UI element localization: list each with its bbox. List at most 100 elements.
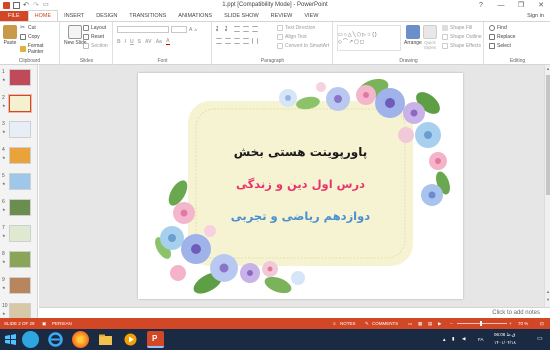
char-spacing-icon[interactable]: AV <box>145 39 152 45</box>
increase-indent-icon[interactable] <box>243 26 249 32</box>
new-slide-icon[interactable] <box>68 25 83 39</box>
underline-icon[interactable]: U <box>130 39 134 45</box>
section-button[interactable]: Section <box>91 43 108 49</box>
paste-button[interactable]: Paste <box>4 40 17 46</box>
strikethrough-icon[interactable]: S <box>138 39 141 45</box>
tab-review[interactable]: REVIEW <box>265 11 299 21</box>
align-right-icon[interactable] <box>234 38 240 44</box>
select-button[interactable]: Select <box>497 43 511 49</box>
slide-thumbnail[interactable]: 6 ★ <box>0 198 37 220</box>
zoom-slider-thumb[interactable] <box>480 321 482 326</box>
shape-effects-button[interactable]: Shape Effects <box>450 43 481 49</box>
comments-button[interactable]: COMMENTS <box>372 318 398 329</box>
slide-thumbnail[interactable]: 9 ★ <box>0 276 37 298</box>
change-case-icon[interactable]: Aa <box>156 39 162 45</box>
scroll-thumb[interactable] <box>546 75 550 195</box>
slide-thumbnail[interactable]: 3 ★ <box>0 120 37 142</box>
zoom-slider[interactable] <box>457 323 507 324</box>
find-button[interactable]: Find <box>497 25 507 31</box>
slide-editing-area[interactable]: پاورپوینت هستی بخش درس اول دین و زندگی د… <box>39 65 544 307</box>
slide-thumbnail[interactable]: 1 ★ <box>0 68 37 90</box>
format-painter-button[interactable]: Format Painter <box>28 43 59 55</box>
copy-button[interactable]: Copy <box>28 34 40 40</box>
powerpoint-taskbar-icon[interactable]: P <box>147 331 164 348</box>
paste-icon[interactable] <box>3 25 17 39</box>
slide-subtitle-2[interactable]: دوازدهم ریاضی و تجربی <box>138 209 463 223</box>
file-explorer-icon[interactable] <box>97 331 114 348</box>
network-icon[interactable]: ▮ <box>452 336 454 342</box>
zoom-out-icon[interactable]: − <box>450 318 453 329</box>
clock-time[interactable]: 06:08 ق.ظ <box>494 332 515 338</box>
decrease-indent-icon[interactable] <box>234 26 240 32</box>
slide-thumbnail-image[interactable] <box>9 303 31 318</box>
slide-thumbnails-pane[interactable]: 1 ★ 2 ★ 3 ★ 4 ★ 5 ★ 6 ★ 7 ★ 8 ★ 9 ★ 10 ★ <box>0 65 38 318</box>
notes-pane[interactable]: Click to add notes <box>39 307 550 318</box>
show-hidden-icons[interactable]: ▲ <box>442 337 446 342</box>
reset-button[interactable]: Reset <box>91 34 104 40</box>
slide-thumbnail[interactable]: 10 ★ <box>0 302 37 318</box>
quick-styles-icon[interactable] <box>423 25 437 39</box>
tab-animations[interactable]: ANIMATIONS <box>172 11 218 21</box>
sign-in-link[interactable]: Sign in <box>527 11 544 21</box>
slideshow-view-icon[interactable]: ▶ <box>438 318 441 329</box>
slide-sorter-icon[interactable]: ▦ <box>418 318 422 329</box>
zoom-level[interactable]: 70 % <box>518 318 528 329</box>
tab-view[interactable]: VIEW <box>298 11 324 21</box>
columns-icon[interactable] <box>252 38 258 44</box>
tab-insert[interactable]: INSERT <box>58 11 90 21</box>
tab-file[interactable]: FILE <box>0 11 28 21</box>
scroll-up-icon[interactable]: ▲ <box>545 66 550 71</box>
maximize-button[interactable]: ❐ <box>514 0 528 11</box>
slide-thumbnail-image[interactable] <box>9 251 31 268</box>
shrink-font-icon[interactable]: A <box>194 27 197 32</box>
slide-thumbnail[interactable]: 7 ★ <box>0 224 37 246</box>
bold-icon[interactable]: B <box>117 39 121 45</box>
align-text-button[interactable]: Align Text <box>285 34 307 40</box>
slide-thumbnail-image[interactable] <box>9 277 31 294</box>
font-color-icon[interactable]: A <box>165 38 170 45</box>
slide-thumbnail[interactable]: 2 ★ <box>0 94 37 116</box>
shape-outline-button[interactable]: Shape Outline <box>450 34 482 40</box>
replace-button[interactable]: Replace <box>497 34 515 40</box>
quick-styles-button[interactable]: Quick Styles <box>423 40 437 50</box>
notification-icon[interactable]: ▭ <box>537 335 543 342</box>
firefox-icon[interactable] <box>72 331 89 348</box>
tab-transitions[interactable]: TRANSITIONS <box>123 11 172 21</box>
slide-thumbnail-image[interactable] <box>9 69 31 86</box>
font-size-box[interactable] <box>171 26 187 33</box>
font-name-box[interactable] <box>117 26 169 33</box>
slide-thumbnail-image[interactable] <box>8 94 32 113</box>
slide-thumbnail-image[interactable] <box>9 225 31 242</box>
slide-title[interactable]: پاورپوینت هستی بخش <box>138 145 463 159</box>
bullets-icon[interactable] <box>216 26 222 32</box>
cut-button[interactable]: Cut <box>28 25 36 31</box>
slide-thumbnail-image[interactable] <box>9 121 31 138</box>
normal-view-icon[interactable]: ▭ <box>408 318 412 329</box>
slide-thumbnail-image[interactable] <box>9 147 31 164</box>
slide-thumbnail-image[interactable] <box>9 173 31 190</box>
reading-view-icon[interactable]: ▤ <box>428 318 432 329</box>
text-direction-button[interactable]: Text Direction <box>285 25 315 31</box>
numbering-icon[interactable] <box>225 26 231 32</box>
convert-smartart-button[interactable]: Convert to SmartArt <box>285 43 329 49</box>
spell-check-icon[interactable]: ▣ <box>42 318 46 329</box>
shape-fill-button[interactable]: Shape Fill <box>450 25 472 31</box>
notes-toggle-button[interactable]: NOTES <box>340 318 356 329</box>
align-left-icon[interactable] <box>216 38 222 44</box>
grow-font-icon[interactable]: A <box>189 27 192 33</box>
slide-subtitle-1[interactable]: درس اول دین و زندگی <box>138 177 463 191</box>
vertical-scrollbar[interactable]: ▲ ▲ ▼ <box>544 65 550 307</box>
tab-home[interactable]: HOME <box>27 10 59 21</box>
slide-thumbnail[interactable]: 5 ★ <box>0 172 37 194</box>
next-slide-icon[interactable]: ▼ <box>545 297 550 302</box>
media-player-icon[interactable] <box>122 331 139 348</box>
prev-slide-icon[interactable]: ▲ <box>545 289 550 294</box>
layout-button[interactable]: Layout <box>91 25 106 31</box>
tab-slide-show[interactable]: SLIDE SHOW <box>218 11 265 21</box>
fit-slide-icon[interactable]: ⊡ <box>540 318 544 329</box>
minimize-button[interactable]: — <box>494 0 508 11</box>
close-button[interactable]: ✕ <box>534 0 548 11</box>
arrange-icon[interactable] <box>405 25 420 39</box>
clock-date[interactable]: ۱۴۰۱/۰۴/۱۸ <box>494 340 516 346</box>
zoom-in-icon[interactable]: + <box>509 318 512 329</box>
